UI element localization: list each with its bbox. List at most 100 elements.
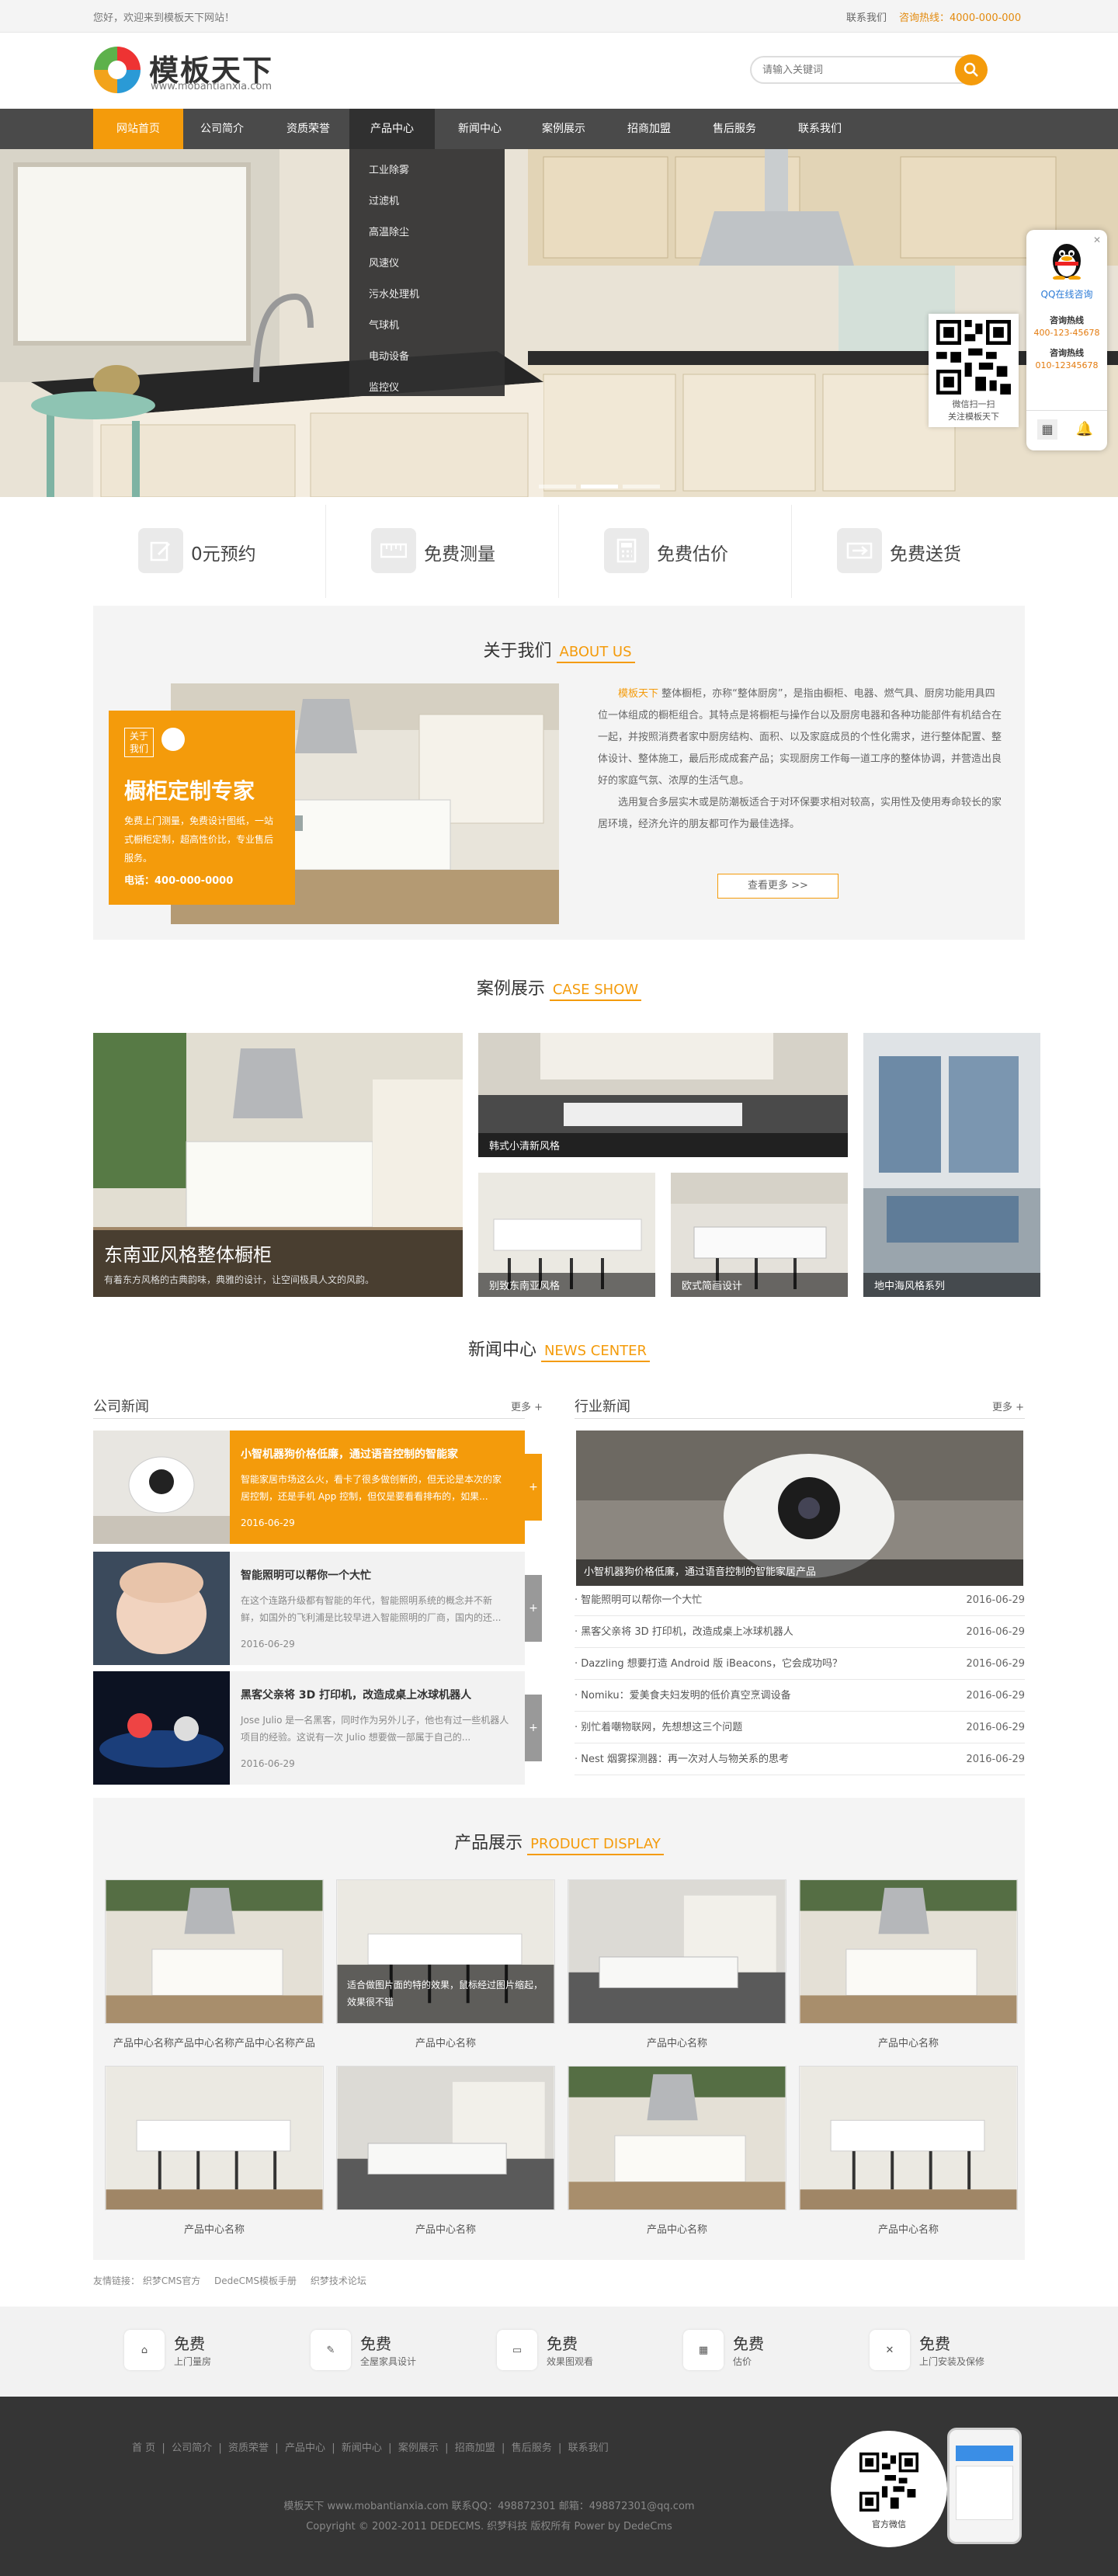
nav-news[interactable]: 新闻中心 — [435, 109, 525, 149]
service-label: 免费送货 — [890, 544, 961, 565]
about-p1: 整体橱柜，亦称“整体厨房”，是指由橱柜、电器、燃气具、厨房功能用具四位一体组成的… — [598, 688, 1002, 787]
plus-icon[interactable]: + — [525, 1454, 542, 1521]
dropdown-item[interactable]: 监控仪 — [349, 373, 505, 404]
industry-news-heading: 行业新闻 — [575, 1399, 630, 1415]
about-text: 模板天下 整体橱柜，亦称“整体厨房”，是指由橱柜、电器、燃气具、厨房功能用具四位… — [598, 683, 1002, 836]
nav-honors[interactable]: 资质荣誉 — [263, 109, 353, 149]
service-item[interactable]: 0元预约 — [93, 505, 326, 598]
qq-online-link[interactable]: QQ在线咨询 — [1026, 287, 1107, 301]
news-item-title: 黑客父亲将 3D 打印机，改造成桌上冰球机器人 — [241, 1689, 472, 1702]
plus-icon[interactable]: + — [525, 1575, 542, 1642]
pencil-icon: ✎ — [311, 2330, 351, 2370]
news-item-date: 2016-06-29 — [241, 1639, 295, 1650]
product-item[interactable]: 产品中心名称 — [799, 2066, 1018, 2236]
about-more-button[interactable]: 查看更多 >> — [717, 874, 838, 899]
footer-nav-link[interactable]: 资质荣誉 — [228, 2442, 269, 2454]
close-icon[interactable]: ✕ — [1093, 235, 1101, 245]
hotline-label-2: 咨询热线 — [1050, 348, 1084, 358]
banner-dot-active[interactable] — [581, 485, 618, 488]
footer-nav-link[interactable]: 联系我们 — [568, 2442, 609, 2454]
nav-aftersales[interactable]: 售后服务 — [689, 109, 779, 149]
news-item[interactable]: 智能照明可以帮你一个大忙 在这个连路升级都有智能的年代，智能照明系统的概念并不新… — [93, 1552, 542, 1665]
banner-dot[interactable] — [539, 485, 576, 488]
product-item[interactable]: 产品中心名称 — [799, 1879, 1018, 2049]
footer-service-item[interactable]: ✎ 免费 全屋家具设计 — [311, 2330, 497, 2376]
news-item[interactable]: 黑客父亲将 3D 打印机，改造成桌上冰球机器人 Jose Julio 是一名黑客… — [93, 1671, 542, 1785]
footer-service-item[interactable]: ▭ 免费 效果图观看 — [497, 2330, 683, 2376]
case-item-large[interactable]: 东南亚风格整体橱柜 有着东方风格的古典韵味，典雅的设计，让空间极具人文的风韵。 — [93, 1033, 463, 1297]
nav-company[interactable]: 公司简介 — [177, 109, 267, 149]
service-item[interactable]: 免费测量 — [326, 505, 559, 598]
case-caption: 别致东南亚风格 — [478, 1273, 655, 1297]
case-caption: 东南亚风格整体橱柜 有着东方风格的古典韵味，典雅的设计，让空间极具人文的风韵。 — [93, 1230, 463, 1297]
news-list-item[interactable]: · Dazzling 想要打造 Android 版 iBeacons，它会成功吗… — [575, 1648, 1025, 1680]
nav-cases[interactable]: 案例展示 — [519, 109, 609, 149]
qr-toggle-icon[interactable]: ▦ — [1037, 419, 1057, 440]
footer-service-item[interactable]: ✕ 免费 上门安装及保修 — [870, 2330, 1056, 2376]
bell-icon[interactable]: 🔔 — [1075, 419, 1095, 440]
dropdown-item[interactable]: 过滤机 — [349, 186, 505, 217]
search-input[interactable] — [762, 63, 941, 77]
product-item[interactable]: 适合做图片面的特的效果，鼠标经过图片缩起，效果很不错 产品中心名称 — [336, 1879, 555, 2049]
dropdown-item[interactable]: 高温除尘 — [349, 217, 505, 249]
product-item[interactable]: 产品中心名称 — [568, 1879, 786, 2049]
case-item[interactable]: 别致东南亚风格 — [478, 1173, 655, 1297]
footer-service-item[interactable]: ▦ 免费 估价 — [683, 2330, 870, 2376]
footer-service-item[interactable]: ⌂ 免费 上门量房 — [124, 2330, 311, 2376]
friend-link[interactable]: DedeCMS模板手册 — [214, 2275, 297, 2286]
industry-feature[interactable]: 小智机器狗价格低廉，通过语音控制的智能家居产品 — [576, 1431, 1023, 1586]
search-button[interactable] — [955, 54, 988, 85]
news-list-item[interactable]: · 智能照明可以帮你一个大忙 2016-06-29 — [575, 1584, 1025, 1616]
footer-nav-link[interactable]: 产品中心 — [285, 2442, 325, 2454]
case-item[interactable]: 欧式简画设计 — [671, 1173, 848, 1297]
company-news-more[interactable]: 更多 + — [511, 1399, 543, 1413]
service-item[interactable]: 免费送货 — [792, 505, 1025, 598]
about-box-title: 橱柜定制专家 — [124, 778, 255, 804]
nav-contact[interactable]: 联系我们 — [775, 109, 865, 149]
footer-nav-link[interactable]: 公司简介 — [172, 2442, 212, 2454]
about-brand[interactable]: 模板天下 — [618, 688, 658, 700]
banner-dot[interactable] — [623, 485, 660, 488]
news-item[interactable]: 小智机器狗价格低廉，通过语音控制的智能家 智能家居市场这么火，看卡了很多做创新的… — [93, 1431, 542, 1544]
contact-link[interactable]: 联系我们 — [846, 9, 887, 24]
news-list-item[interactable]: · 别忙着嘲物联网，先想想这三个问题 2016-06-29 — [575, 1712, 1025, 1743]
footer-nav-link[interactable]: 新闻中心 — [342, 2442, 382, 2454]
dropdown-item[interactable]: 污水处理机 — [349, 280, 505, 311]
hotline-label-1: 咨询热线 — [1050, 315, 1084, 325]
service-label: 免费估价 — [657, 544, 728, 565]
product-item[interactable]: 产品中心名称产品中心名称产品中心名称产品 — [105, 1879, 324, 2049]
about-tag: 关于 我们 — [124, 728, 155, 757]
wechat-qr-circle: 官方微信 — [831, 2431, 947, 2547]
hotline-2: 010-12345678 — [1035, 360, 1099, 370]
industry-news-more[interactable]: 更多 + — [992, 1399, 1024, 1413]
search-box — [750, 54, 988, 85]
footer-nav-link[interactable]: 售后服务 — [512, 2442, 552, 2454]
hand-icon — [161, 728, 186, 751]
footer-nav-link[interactable]: 案例展示 — [398, 2442, 439, 2454]
product-item[interactable]: 产品中心名称 — [568, 2066, 786, 2236]
qq-penguin-icon[interactable] — [1050, 241, 1084, 280]
nav-home[interactable]: 网站首页 — [93, 109, 183, 149]
case-item[interactable]: 地中海风格系列 — [863, 1033, 1040, 1297]
product-item[interactable]: 产品中心名称 — [105, 2066, 324, 2236]
nav-franchise[interactable]: 招商加盟 — [604, 109, 694, 149]
news-list-item[interactable]: · Nest 烟雾探测器：再一次对人与物关系的思考 2016-06-29 — [575, 1743, 1025, 1775]
friend-link[interactable]: 织梦技术论坛 — [311, 2275, 366, 2286]
friend-link[interactable]: 织梦CMS官方 — [143, 2275, 200, 2286]
plus-icon[interactable]: + — [525, 1695, 542, 1761]
dropdown-item[interactable]: 工业除雾 — [349, 155, 505, 186]
dropdown-item[interactable]: 电动设备 — [349, 342, 505, 373]
dropdown-item[interactable]: 风速仪 — [349, 249, 505, 280]
footer-nav-link[interactable]: 招商加盟 — [455, 2442, 495, 2454]
hotline-text: 咨询热线：4000-000-000 — [899, 12, 1022, 24]
case-item[interactable]: 韩式小清新风格 — [478, 1033, 848, 1157]
delivery-icon — [837, 528, 882, 573]
nav-products[interactable]: 产品中心 — [349, 109, 435, 149]
service-item[interactable]: 免费估价 — [559, 505, 792, 598]
news-list-item[interactable]: · Nomiku：爱美食夫妇发明的低价真空烹调设备 2016-06-29 — [575, 1680, 1025, 1712]
news-list-item[interactable]: · 黑客父亲将 3D 打印机，改造成桌上冰球机器人 2016-06-29 — [575, 1616, 1025, 1648]
logo-icon[interactable] — [94, 47, 141, 93]
footer-nav-link[interactable]: 首 页 — [132, 2442, 155, 2454]
dropdown-item[interactable]: 气球机 — [349, 311, 505, 342]
product-item[interactable]: 产品中心名称 — [336, 2066, 555, 2236]
